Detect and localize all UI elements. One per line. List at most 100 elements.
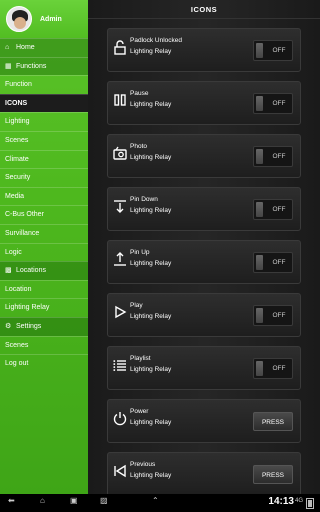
device-card-play[interactable]: Play Lighting Relay OFF bbox=[107, 293, 301, 337]
sidebar-item-icons[interactable]: ICONS bbox=[0, 93, 88, 113]
device-card-power[interactable]: Power Lighting Relay PRESS bbox=[107, 399, 301, 443]
menu-up-icon[interactable]: ⌃ bbox=[152, 496, 159, 505]
device-type: Lighting Relay bbox=[130, 260, 172, 267]
sidebar-item-location[interactable]: Location bbox=[0, 279, 88, 299]
toggle-knob[interactable] bbox=[256, 361, 263, 376]
sidebar-item-scenes[interactable]: Scenes bbox=[0, 130, 88, 150]
device-name: Pause bbox=[130, 90, 149, 97]
toggle-knob[interactable] bbox=[256, 149, 263, 164]
sidebar-item-label: Log out bbox=[5, 360, 29, 368]
sidebar-item-label: Logic bbox=[5, 248, 22, 256]
toggle-knob[interactable] bbox=[256, 202, 263, 217]
device-name: Pin Up bbox=[130, 249, 150, 256]
pin-down-icon bbox=[112, 198, 128, 214]
sidebar-item-security[interactable]: Security bbox=[0, 168, 88, 187]
sidebar-item-lighting-relay[interactable]: Lighting Relay bbox=[0, 298, 88, 317]
device-card-playlist[interactable]: Playlist Lighting Relay OFF bbox=[107, 346, 301, 390]
user-name: Admin bbox=[40, 15, 62, 23]
back-icon[interactable]: ⬅ bbox=[8, 496, 15, 505]
main-panel: ICONS Padlock Unlocked Lighting Relay OFF P… bbox=[88, 0, 320, 496]
toggle-state-label: OFF bbox=[272, 47, 286, 54]
sidebar-item-label: Lighting bbox=[5, 118, 30, 126]
sidebar-item-label: C-Bus Other bbox=[5, 211, 44, 219]
toggle-knob[interactable] bbox=[256, 96, 263, 111]
grid-icon: ▦ bbox=[5, 62, 12, 70]
home-icon[interactable]: ⌂ bbox=[40, 496, 45, 505]
toggle-state-label: OFF bbox=[272, 312, 286, 319]
toggle-switch[interactable]: OFF bbox=[253, 199, 293, 220]
clock: 14:13 bbox=[268, 496, 294, 507]
sidebar-item-label: Location bbox=[5, 285, 32, 293]
toggle-knob[interactable] bbox=[256, 43, 263, 58]
sidebar-item-survillance[interactable]: Survillance bbox=[0, 223, 88, 243]
device-name: Padlock Unlocked bbox=[130, 37, 183, 44]
device-card-pin-up[interactable]: Pin Up Lighting Relay OFF bbox=[107, 240, 301, 284]
sidebar-item-function[interactable]: Function bbox=[0, 75, 88, 94]
device-name: Playlist bbox=[130, 355, 151, 362]
sidebar-item-label: ICONS bbox=[5, 99, 28, 107]
sidebar-item-label: Locations bbox=[16, 267, 46, 275]
sidebar-item-label: Settings bbox=[16, 322, 42, 330]
sidebar-item-climate[interactable]: Climate bbox=[0, 149, 88, 169]
toggle-state-label: OFF bbox=[272, 206, 286, 213]
pause-icon bbox=[112, 92, 128, 108]
toggle-state-label: OFF bbox=[272, 259, 286, 266]
toggle-switch[interactable]: OFF bbox=[253, 146, 293, 167]
network-indicator: 4G bbox=[294, 498, 303, 504]
toggle-knob[interactable] bbox=[256, 255, 263, 270]
sidebar-item-settings[interactable]: ⚙ Settings bbox=[0, 316, 88, 336]
pin-up-icon bbox=[112, 251, 128, 267]
battery-icon bbox=[306, 498, 314, 509]
sidebar-item-logic[interactable]: Logic bbox=[0, 242, 88, 262]
toggle-switch[interactable]: OFF bbox=[253, 305, 293, 326]
device-type: Lighting Relay bbox=[130, 101, 172, 108]
system-bar: ⬅ ⌂ ▣ ▨ ⌃ 14:13 4G bbox=[0, 494, 320, 512]
sidebar-item-label: Home bbox=[16, 44, 35, 51]
sidebar-item-locations[interactable]: ▩ Locations bbox=[0, 261, 88, 280]
device-name: Play bbox=[130, 302, 143, 309]
avatar[interactable] bbox=[6, 6, 32, 32]
padlock-unlocked-icon bbox=[112, 39, 128, 55]
sidebar-item-label: Survillance bbox=[5, 229, 40, 237]
previous-icon bbox=[112, 463, 128, 479]
device-type: Lighting Relay bbox=[130, 419, 172, 426]
sidebar-item-label: Climate bbox=[5, 155, 29, 163]
device-type: Lighting Relay bbox=[130, 313, 172, 320]
sidebar-item-scenes[interactable]: Scenes bbox=[0, 335, 88, 355]
toggle-switch[interactable]: OFF bbox=[253, 93, 293, 114]
sidebar-item-log-out[interactable]: Log out bbox=[0, 354, 88, 373]
gear-icon: ⚙ bbox=[5, 322, 12, 330]
sidebar-item-label: Scenes bbox=[5, 136, 29, 144]
user-profile[interactable]: Admin bbox=[0, 0, 88, 38]
device-type: Lighting Relay bbox=[130, 366, 172, 373]
recent-apps-icon[interactable]: ▣ bbox=[70, 496, 78, 505]
house-icon: ⌂ bbox=[5, 44, 10, 51]
sidebar-item-functions[interactable]: ▦ Functions bbox=[0, 56, 88, 76]
device-name: Power bbox=[130, 408, 149, 415]
toggle-knob[interactable] bbox=[256, 308, 263, 323]
press-button[interactable]: PRESS bbox=[253, 412, 293, 431]
screenshot-icon[interactable]: ▨ bbox=[100, 496, 108, 505]
device-card-padlock-unlocked[interactable]: Padlock Unlocked Lighting Relay OFF bbox=[107, 28, 301, 72]
toggle-switch[interactable]: OFF bbox=[253, 252, 293, 273]
device-type: Lighting Relay bbox=[130, 154, 172, 161]
device-card-pause[interactable]: Pause Lighting Relay OFF bbox=[107, 81, 301, 125]
toggle-switch[interactable]: OFF bbox=[253, 40, 293, 61]
device-type: Lighting Relay bbox=[130, 207, 172, 214]
device-card-previous[interactable]: Previous Lighting Relay PRESS bbox=[107, 452, 301, 496]
app-root: Admin ⌂ Home ▦ Functions Function ICONS Lighti… bbox=[0, 0, 320, 512]
play-icon bbox=[112, 304, 128, 320]
sidebar-item-c-bus-other[interactable]: C-Bus Other bbox=[0, 205, 88, 224]
press-button[interactable]: PRESS bbox=[253, 465, 293, 484]
toggle-state-label: OFF bbox=[272, 153, 286, 160]
sidebar-item-lighting[interactable]: Lighting bbox=[0, 112, 88, 131]
toggle-state-label: OFF bbox=[272, 365, 286, 372]
device-name: Photo bbox=[130, 143, 147, 150]
power-icon bbox=[112, 410, 128, 426]
sidebar-item-media[interactable]: Media bbox=[0, 186, 88, 206]
device-card-pin-down[interactable]: Pin Down Lighting Relay OFF bbox=[107, 187, 301, 231]
sidebar-item-label: Lighting Relay bbox=[5, 304, 50, 312]
sidebar-item-home[interactable]: ⌂ Home bbox=[0, 38, 88, 57]
toggle-switch[interactable]: OFF bbox=[253, 358, 293, 379]
device-card-photo[interactable]: Photo Lighting Relay OFF bbox=[107, 134, 301, 178]
